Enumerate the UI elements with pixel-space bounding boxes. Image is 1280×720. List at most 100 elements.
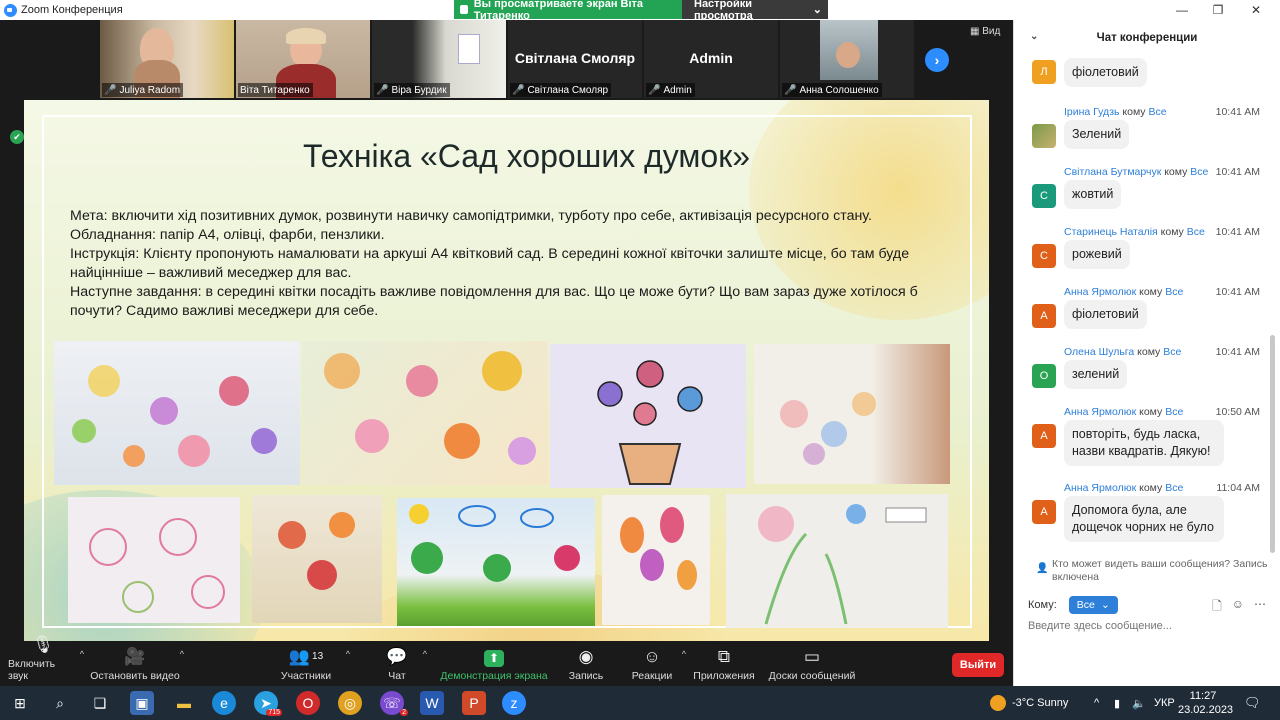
participant-tile[interactable]: Світлана Смоляр 🎤 Світлана Смоляр xyxy=(508,20,642,98)
record-button[interactable]: ◉ Запись xyxy=(566,641,606,686)
task-view-icon[interactable]: ❏ xyxy=(88,691,112,715)
sun-icon xyxy=(990,695,1006,711)
message-text: рожевий xyxy=(1064,240,1130,269)
telegram-icon[interactable]: ➤ 715 xyxy=(254,691,282,716)
message-sender[interactable]: Анна Ярмолюк xyxy=(1064,482,1136,494)
share-screen-icon: ⬆ xyxy=(484,650,504,667)
message-sender[interactable]: Ірина Гудзь xyxy=(1064,106,1119,118)
share-banner: Вы просматриваете экран Віта Титаренко Н… xyxy=(454,0,828,22)
apps-icon: ⧉ xyxy=(717,647,731,666)
system-clock[interactable]: 11:27 23.02.2023 xyxy=(1178,689,1233,717)
file-icon[interactable]: 🗋 xyxy=(1212,597,1222,618)
message-text: фіолетовий xyxy=(1064,58,1147,87)
message-sender[interactable]: Анна Ярмолюк xyxy=(1064,406,1136,418)
message-recipient: Все xyxy=(1190,166,1209,178)
chat-button[interactable]: 💬 Чат ^ xyxy=(385,641,427,686)
chat-message-list[interactable]: Л фіолетовий Ірина Гудзь кому Все 10:41 … xyxy=(1014,56,1272,552)
chevron-up-icon[interactable]: ^ xyxy=(180,649,184,659)
chat-scrollbar[interactable] xyxy=(1270,335,1275,553)
mic-muted-icon: 🎤 xyxy=(104,84,117,96)
zoom-icon[interactable]: z xyxy=(502,691,526,715)
participant-tile[interactable]: 🎤 Juliya Radom xyxy=(100,20,234,98)
message-sender[interactable]: Олена Шульга xyxy=(1064,346,1134,358)
message-text: Допомога була, але дощечок чорних не бул… xyxy=(1064,496,1224,542)
restore-icon[interactable]: ❐ xyxy=(1200,0,1236,20)
stop-video-button[interactable]: 🎥 Остановить видео ^ xyxy=(90,641,184,686)
chevron-up-icon[interactable]: ^ xyxy=(423,649,427,659)
file-explorer-icon[interactable]: ▬ xyxy=(172,691,196,715)
avatar: А xyxy=(1032,424,1056,448)
avatar: С xyxy=(1032,244,1056,268)
share-screen-button[interactable]: ⬆ Демонстрация экрана xyxy=(440,641,548,686)
to-label: Кому: xyxy=(1028,599,1057,611)
search-icon[interactable]: ⌕ xyxy=(48,691,72,715)
recipient-select[interactable]: Все ⌄ xyxy=(1068,596,1118,614)
edge-browser-icon[interactable]: e xyxy=(212,691,236,715)
viber-icon[interactable]: ☏ 2 xyxy=(380,691,408,716)
flower-drawing-image xyxy=(252,495,382,623)
participants-button[interactable]: 👥 13 Участники ^ xyxy=(278,641,350,686)
message-recipient: Все xyxy=(1186,226,1205,238)
participant-tile-active[interactable]: Віта Титаренко xyxy=(236,20,370,98)
participant-tile[interactable]: Admin 🎤 Admin xyxy=(644,20,778,98)
zoom-app: Zoom Конференция Вы просматриваете экран… xyxy=(0,0,1280,720)
chevron-up-icon[interactable]: ^ xyxy=(80,649,84,659)
video-camera-icon: 🎥 xyxy=(124,647,146,666)
word-icon[interactable]: W xyxy=(420,691,444,715)
battery-icon[interactable]: ▮ xyxy=(1114,686,1120,720)
avatar: А xyxy=(1032,304,1056,328)
next-page-button[interactable]: › xyxy=(925,48,949,72)
message-sender[interactable]: Старинець Наталія xyxy=(1064,226,1158,238)
opera-icon[interactable]: O xyxy=(296,691,320,715)
meeting-area: 🎤 Juliya Radom Віта Титаренко 🎤 Віра Бурди… xyxy=(0,20,1013,654)
emoji-icon[interactable]: ☺ xyxy=(1232,597,1244,618)
participant-tile[interactable]: 🎤 Віра Бурдик xyxy=(372,20,506,98)
slide-line-goal: Мета: включити хід позитивних думок, роз… xyxy=(70,208,872,224)
security-shield-icon[interactable]: ✔ xyxy=(10,130,24,144)
view-button[interactable]: ▦ Вид xyxy=(970,26,1000,37)
message-sender[interactable]: Світлана Бутмарчук xyxy=(1064,166,1161,178)
leave-button[interactable]: Выйти xyxy=(952,653,1004,677)
message-text: зелений xyxy=(1064,360,1128,389)
app-icon[interactable]: ▣ xyxy=(130,691,154,715)
message-time: 10:41 AM xyxy=(1215,226,1260,238)
window-title: Zoom Конференция xyxy=(21,4,123,16)
chrome-icon[interactable]: ◎ xyxy=(338,691,362,715)
powerpoint-icon[interactable]: P xyxy=(462,691,486,715)
slide-line-instruction: Інструкція: Клієнту пропонують намалюват… xyxy=(70,246,910,281)
notification-icon[interactable]: 🗨 xyxy=(1244,686,1261,720)
unmute-button[interactable]: 🎙 Включить звук ^ xyxy=(8,635,84,686)
minimize-icon[interactable]: — xyxy=(1164,0,1200,20)
participant-tile[interactable]: 🎤 Анна Солошенко xyxy=(780,20,914,98)
volume-icon[interactable]: 🔈 xyxy=(1132,686,1146,720)
view-settings-button[interactable]: Настройки просмотра ⌄ xyxy=(682,0,828,22)
who-can-see-link[interactable]: 👤 Кто может видеть ваши сообщения? Запис… xyxy=(1034,558,1274,584)
language-indicator[interactable]: УКР xyxy=(1154,686,1175,720)
weather-widget[interactable]: -3°C Sunny xyxy=(990,686,1068,720)
more-icon[interactable]: ⋯ xyxy=(1254,597,1266,618)
windows-start-icon[interactable]: ⊞ xyxy=(8,691,32,715)
flower-drawing-image xyxy=(602,495,710,625)
tray-chevron-icon[interactable]: ^ xyxy=(1094,686,1099,720)
slide-line-next-task: Наступне завдання: в середині квітки пос… xyxy=(70,284,918,319)
flower-drawing-image xyxy=(754,344,950,484)
chevron-down-icon[interactable]: ⌄ xyxy=(1030,31,1038,42)
chat-message-input[interactable] xyxy=(1028,620,1268,632)
close-icon[interactable]: ✕ xyxy=(1238,0,1274,20)
apps-button[interactable]: ⧉ Приложения xyxy=(692,641,756,686)
message-text: повторіть, будь ласка, назви квадратів. … xyxy=(1064,420,1224,466)
chat-message: Світлана Бутмарчук кому Все 10:41 AM С ж… xyxy=(1014,162,1272,222)
whiteboards-button[interactable]: ▭ Доски сообщений xyxy=(768,641,856,686)
chevron-up-icon[interactable]: ^ xyxy=(682,649,686,659)
chevron-up-icon[interactable]: ^ xyxy=(346,649,350,659)
avatar xyxy=(1032,124,1056,148)
whiteboard-icon: ▭ xyxy=(803,647,821,666)
chevron-down-icon: ⌄ xyxy=(812,4,822,16)
reactions-button[interactable]: ☺ Реакции ^ xyxy=(630,641,686,686)
flower-sketch-svg xyxy=(72,365,277,467)
mic-muted-icon: 🎤 xyxy=(376,84,389,96)
avatar: Л xyxy=(1032,60,1056,84)
message-sender[interactable]: Анна Ярмолюк xyxy=(1064,286,1136,298)
mic-muted-icon: 🎤 xyxy=(512,84,525,96)
chat-panel: ⌄ Чат конференции Л фіолетовий Ірина Гуд… xyxy=(1013,20,1280,686)
